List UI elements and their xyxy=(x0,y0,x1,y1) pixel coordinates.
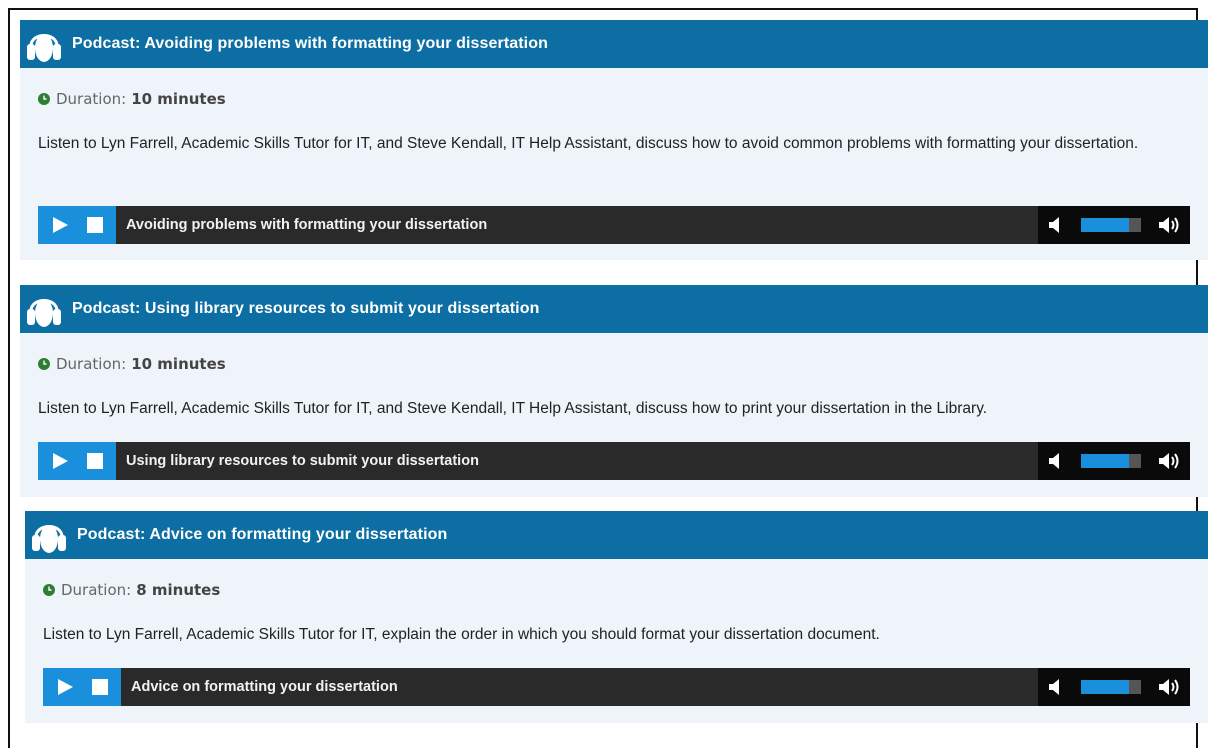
volume-slider[interactable] xyxy=(1081,680,1141,694)
volume-controls xyxy=(1038,206,1190,244)
player-track-title: Using library resources to submit your d… xyxy=(126,453,479,469)
volume-fill xyxy=(1081,454,1129,468)
duration-label: Duration: xyxy=(61,581,132,599)
duration-label: Duration: xyxy=(56,90,127,108)
play-icon[interactable] xyxy=(50,451,70,471)
stop-icon[interactable] xyxy=(86,216,104,234)
volume-controls xyxy=(1038,442,1190,480)
duration-value: 8 minutes xyxy=(136,581,221,599)
podcast-description: Listen to Lyn Farrell, Academic Skills T… xyxy=(38,400,988,417)
play-icon[interactable] xyxy=(50,215,70,235)
podcast-header: Podcast: Avoiding problems with formatti… xyxy=(20,20,1208,68)
player-track-title: Avoiding problems with formatting your d… xyxy=(126,217,488,233)
podcast-header: Podcast: Using library resources to subm… xyxy=(20,285,1208,333)
podcast-description: Listen to Lyn Farrell, Academic Skills T… xyxy=(38,135,1139,152)
audio-player: Using library resources to submit your d… xyxy=(38,442,1190,480)
volume-controls xyxy=(1038,668,1190,706)
volume-slider[interactable] xyxy=(1081,454,1141,468)
speaker-mute-icon[interactable] xyxy=(1048,216,1064,234)
podcast-header: Podcast: Advice on formatting your disse… xyxy=(25,511,1208,559)
duration-row: Duration: 10 minutes xyxy=(38,355,1208,373)
audio-player: Advice on formatting your dissertation xyxy=(43,668,1190,706)
podcast-title: Podcast: Advice on formatting your disse… xyxy=(77,526,448,543)
podcast-card: Podcast: Advice on formatting your disse… xyxy=(25,511,1208,723)
headphones-icon xyxy=(24,20,64,68)
podcast-card: Podcast: Avoiding problems with formatti… xyxy=(20,20,1208,260)
speaker-loud-icon[interactable] xyxy=(1158,451,1182,471)
duration-row: Duration: 8 minutes xyxy=(43,581,1208,599)
speaker-mute-icon[interactable] xyxy=(1048,678,1064,696)
player-controls xyxy=(38,206,116,244)
clock-icon xyxy=(43,584,55,596)
duration-value: 10 minutes xyxy=(131,355,226,373)
podcast-card: Podcast: Using library resources to subm… xyxy=(20,285,1208,497)
stop-icon[interactable] xyxy=(86,452,104,470)
duration-row: Duration: 10 minutes xyxy=(38,90,1208,108)
volume-slider[interactable] xyxy=(1081,218,1141,232)
player-track-title: Advice on formatting your dissertation xyxy=(131,679,398,695)
audio-player: Avoiding problems with formatting your d… xyxy=(38,206,1190,244)
headphones-icon xyxy=(29,511,69,559)
clock-icon xyxy=(38,358,50,370)
duration-label: Duration: xyxy=(56,355,127,373)
clock-icon xyxy=(38,93,50,105)
play-icon[interactable] xyxy=(55,677,75,697)
speaker-mute-icon[interactable] xyxy=(1048,452,1064,470)
podcast-title: Podcast: Using library resources to subm… xyxy=(72,300,540,317)
volume-fill xyxy=(1081,680,1129,694)
headphones-icon xyxy=(24,285,64,333)
speaker-loud-icon[interactable] xyxy=(1158,677,1182,697)
volume-fill xyxy=(1081,218,1129,232)
stop-icon[interactable] xyxy=(91,678,109,696)
player-controls xyxy=(38,442,116,480)
podcast-title: Podcast: Avoiding problems with formatti… xyxy=(72,35,548,52)
podcast-description: Listen to Lyn Farrell, Academic Skills T… xyxy=(43,626,880,643)
duration-value: 10 minutes xyxy=(131,90,226,108)
speaker-loud-icon[interactable] xyxy=(1158,215,1182,235)
player-controls xyxy=(43,668,121,706)
